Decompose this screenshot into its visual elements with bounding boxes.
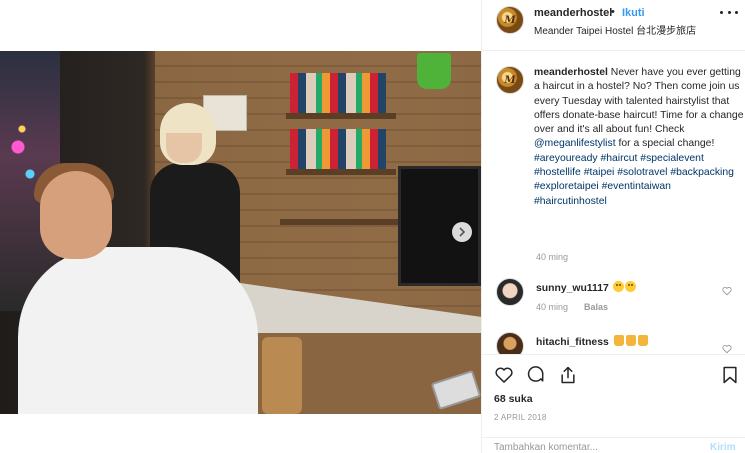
post-date[interactable]: 2 APRIL 2018 — [494, 413, 547, 422]
commenter-username[interactable]: sunny_wu1117 — [536, 283, 609, 294]
location-link[interactable]: Meander Taipei Hostel 台北漫步旅店 — [534, 22, 696, 37]
caption-link[interactable]: #backpacking — [670, 167, 734, 178]
caption-link[interactable]: @meganlifestylist — [534, 138, 616, 149]
author-username[interactable]: meanderhostel — [534, 7, 612, 19]
comments-section[interactable]: M meanderhostel Never have you ever gett… — [482, 52, 745, 354]
caption-link[interactable]: #areyouready — [534, 153, 598, 164]
likes-count[interactable]: 68 suka — [494, 393, 533, 405]
avatar-initials: M — [504, 14, 516, 26]
post-comment-button[interactable]: Kirim — [710, 442, 736, 453]
shelf — [286, 113, 396, 119]
caption-link[interactable]: #specialevent — [640, 153, 704, 164]
thumbs-up-emoji-icon — [637, 335, 648, 346]
action-bar: 68 suka 2 APRIL 2018 Kirim — [482, 354, 745, 453]
stool — [262, 337, 302, 414]
commenter-avatar[interactable] — [496, 278, 524, 306]
post-sidebar: M meanderhostel • Ikuti Meander Taipei H… — [482, 0, 745, 453]
customer-face — [40, 171, 112, 259]
plant-pot — [417, 53, 451, 89]
shelf — [286, 169, 396, 175]
comment-input[interactable] — [494, 442, 694, 453]
author-avatar[interactable]: M — [496, 6, 524, 34]
chevron-right-icon — [459, 227, 466, 237]
caption-link[interactable]: #eventintaiwan — [602, 181, 671, 192]
photo-pane — [0, 0, 481, 453]
caption-link[interactable]: #haircutinhostel — [534, 196, 607, 207]
comment-item: hitachi_fitness — [496, 332, 736, 354]
stylist-face — [166, 133, 202, 163]
thumbs-up-emoji-icon — [625, 335, 636, 346]
caption-text: meanderhostel Never have you ever gettin… — [534, 66, 744, 209]
heart-icon[interactable] — [722, 344, 732, 354]
heart-icon[interactable] — [722, 286, 732, 296]
follow-button[interactable]: Ikuti — [622, 7, 645, 19]
smile-emoji-icon — [612, 281, 624, 292]
add-comment-bar: Kirim — [482, 437, 745, 453]
caption-link[interactable]: #solotravel — [617, 167, 667, 178]
caption-timestamp[interactable]: 40 ming — [536, 252, 568, 262]
caption-avatar[interactable]: M — [496, 66, 524, 94]
carousel-next-button[interactable] — [452, 222, 472, 242]
smile-emoji-icon — [624, 281, 636, 292]
books — [290, 129, 386, 169]
bookmark-icon[interactable] — [720, 365, 740, 385]
comment-text: hitachi_fitness — [536, 335, 648, 348]
caption-link[interactable]: #taipei — [584, 167, 615, 178]
comment-item: sunny_wu1117 40 ming Balas — [496, 278, 736, 318]
avatar-initials: M — [504, 74, 516, 86]
caption-link[interactable]: #exploretaipei — [534, 181, 599, 192]
comment-icon[interactable] — [526, 365, 546, 385]
caption-link[interactable]: #hostellife — [534, 167, 581, 178]
commenter-username[interactable]: hitachi_fitness — [536, 337, 609, 348]
commenter-avatar[interactable] — [496, 332, 524, 354]
post-header: M meanderhostel • Ikuti Meander Taipei H… — [482, 0, 745, 51]
comment-text: sunny_wu1117 — [536, 281, 636, 294]
thumbs-up-emoji-icon — [613, 335, 624, 346]
haircut-cape — [18, 247, 258, 414]
caption-body: Never have you ever getting a haircut in… — [534, 67, 743, 207]
comment-timestamp[interactable]: 40 ming — [536, 302, 568, 312]
share-icon[interactable] — [558, 365, 578, 385]
shelf — [280, 219, 400, 225]
books — [290, 73, 386, 113]
caption-username[interactable]: meanderhostel — [534, 67, 608, 78]
caption-text-segment: for a special change! — [615, 138, 715, 150]
post-photo[interactable] — [0, 51, 481, 414]
separator-dot: • — [611, 6, 615, 18]
more-options-icon[interactable] — [720, 11, 738, 17]
reply-button[interactable]: Balas — [584, 302, 608, 312]
heart-icon[interactable] — [494, 365, 514, 385]
caption-link[interactable]: #haircut — [600, 153, 637, 164]
